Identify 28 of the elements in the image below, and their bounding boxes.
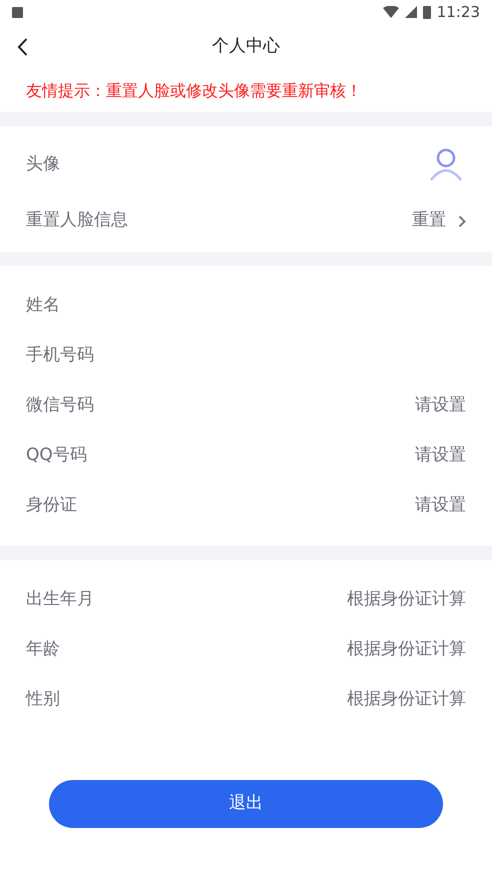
wifi-icon <box>382 6 399 18</box>
field-value[interactable]: 请设置 <box>415 493 466 519</box>
chevron-right-icon <box>458 214 466 228</box>
signal-icon <box>404 6 417 18</box>
field-label: 姓名 <box>26 294 60 318</box>
battery-icon <box>422 5 431 19</box>
field-value[interactable]: 根据身份证计算 <box>347 587 466 613</box>
logout-button[interactable]: 退出 <box>49 780 443 828</box>
reset-link[interactable]: 重置 <box>412 208 466 234</box>
field-label: 出生年月 <box>26 588 94 612</box>
field-value[interactable]: 请设置 <box>415 443 466 469</box>
notification-icon <box>12 6 23 18</box>
field-label: 头像 <box>26 153 60 176</box>
field-label: 手机号码 <box>26 344 94 368</box>
field-label: 身份证 <box>26 494 77 518</box>
field-value[interactable]: 根据身份证计算 <box>347 687 466 713</box>
field-label: 重置人脸信息 <box>26 209 128 232</box>
back-icon <box>16 38 28 56</box>
avatar-icon[interactable] <box>428 147 464 183</box>
field-label: QQ号码 <box>26 444 87 468</box>
field-value[interactable]: 根据身份证计算 <box>347 637 466 663</box>
field-label: 年龄 <box>26 638 60 662</box>
notice-text: 友情提示：重置人脸或修改头像需要重新审核！ <box>26 80 362 102</box>
field-value[interactable]: 请设置 <box>415 393 466 419</box>
field-label: 性别 <box>26 688 60 712</box>
page-title: 个人中心 <box>212 35 280 58</box>
status-time: 11:23 <box>436 2 480 23</box>
field-label: 微信号码 <box>26 394 94 418</box>
